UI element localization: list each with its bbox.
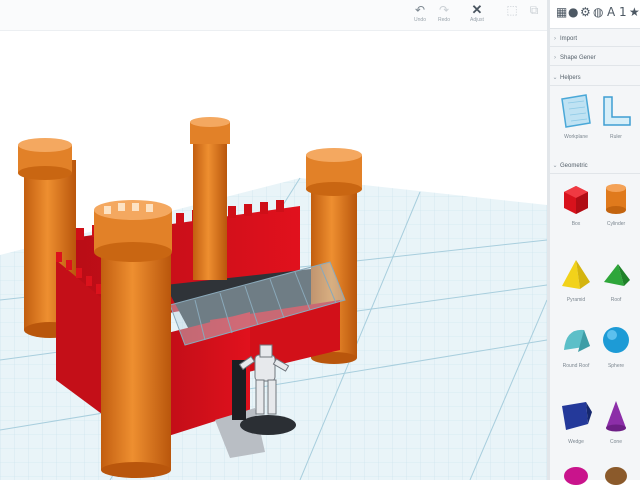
shape-pyramid[interactable]: Pyramid <box>558 256 594 304</box>
group-icon: ⬚ <box>506 3 518 17</box>
shape-box[interactable]: Box <box>558 180 594 228</box>
gear-icon[interactable]: ⚙ <box>580 5 591 19</box>
text-shape-icon[interactable]: A <box>607 5 615 19</box>
helper-ruler[interactable]: Ruler <box>598 93 634 141</box>
shape-round-roof[interactable]: Round Roof <box>558 322 594 370</box>
editor-toolbar: ↶ Undo ↷ Redo ✕ Adjust ⬚ ⧉ <box>0 0 550 31</box>
round-roof-icon <box>564 329 590 352</box>
shape-cone[interactable]: Cone <box>598 398 634 446</box>
star-icon[interactable]: ★ <box>629 5 640 19</box>
roof-icon <box>604 264 630 286</box>
adjust-icon: ✕ <box>471 2 483 17</box>
number-shape-icon[interactable]: 1 <box>619 5 627 19</box>
ungroup-icon: ⧉ <box>529 3 539 17</box>
shape-roof[interactable]: Roof <box>598 256 634 304</box>
shape-cylinder[interactable]: Cylinder <box>598 180 634 228</box>
shapes-panel: ▦ ● ⚙ ◍ A 1 ★ › Import › Shape Gener ⌄ Help… <box>550 0 640 485</box>
panel-icon-bar: ▦ ● ⚙ ◍ A 1 ★ <box>550 0 640 29</box>
section-geometric[interactable]: ⌄ Geometric <box>550 159 640 174</box>
chevron-right-icon: › <box>554 55 556 61</box>
pyramid-icon <box>562 260 590 289</box>
undo-icon: ↶ <box>414 3 426 17</box>
cone-icon <box>606 401 626 432</box>
chevron-right-icon: › <box>554 36 556 42</box>
chevron-down-icon: ⌄ <box>552 75 558 81</box>
ruler-icon <box>603 96 631 126</box>
ungroup-button[interactable]: ⧉ <box>522 3 546 27</box>
shape-next-2[interactable] <box>598 462 634 503</box>
tube-icon <box>605 467 627 485</box>
shape-wedge[interactable]: Wedge <box>558 398 594 446</box>
chevron-down-icon: ⌄ <box>552 163 558 169</box>
workplane-viewport[interactable] <box>0 31 547 480</box>
section-helpers[interactable]: ⌄ Helpers <box>550 71 640 86</box>
tower-front <box>94 200 172 478</box>
group-button[interactable]: ⬚ <box>500 3 524 27</box>
workplane-icon <box>561 94 591 128</box>
redo-button[interactable]: ↷ Redo <box>432 3 456 27</box>
sphere-icon[interactable]: ● <box>568 5 578 19</box>
box-icon <box>564 186 588 214</box>
adjust-button[interactable]: ✕ Adjust <box>465 3 489 27</box>
globe-icon[interactable]: ◍ <box>593 5 603 19</box>
castle-scene <box>0 117 547 480</box>
sphere-shape-icon <box>603 327 629 353</box>
shape-next-1[interactable] <box>558 462 594 503</box>
undo-button[interactable]: ↶ Undo <box>408 3 432 27</box>
cylinder-icon <box>606 184 626 214</box>
helper-workplane[interactable]: Workplane <box>558 93 594 141</box>
torus-icon <box>564 467 588 485</box>
section-import[interactable]: › Import <box>550 32 640 47</box>
shape-sphere[interactable]: Sphere <box>598 322 634 370</box>
tower-back-center <box>190 117 230 280</box>
redo-icon: ↷ <box>438 3 450 17</box>
wedge-icon <box>562 402 592 430</box>
section-shape-generators[interactable]: › Shape Gener <box>550 51 640 66</box>
grid-icon[interactable]: ▦ <box>556 5 567 19</box>
